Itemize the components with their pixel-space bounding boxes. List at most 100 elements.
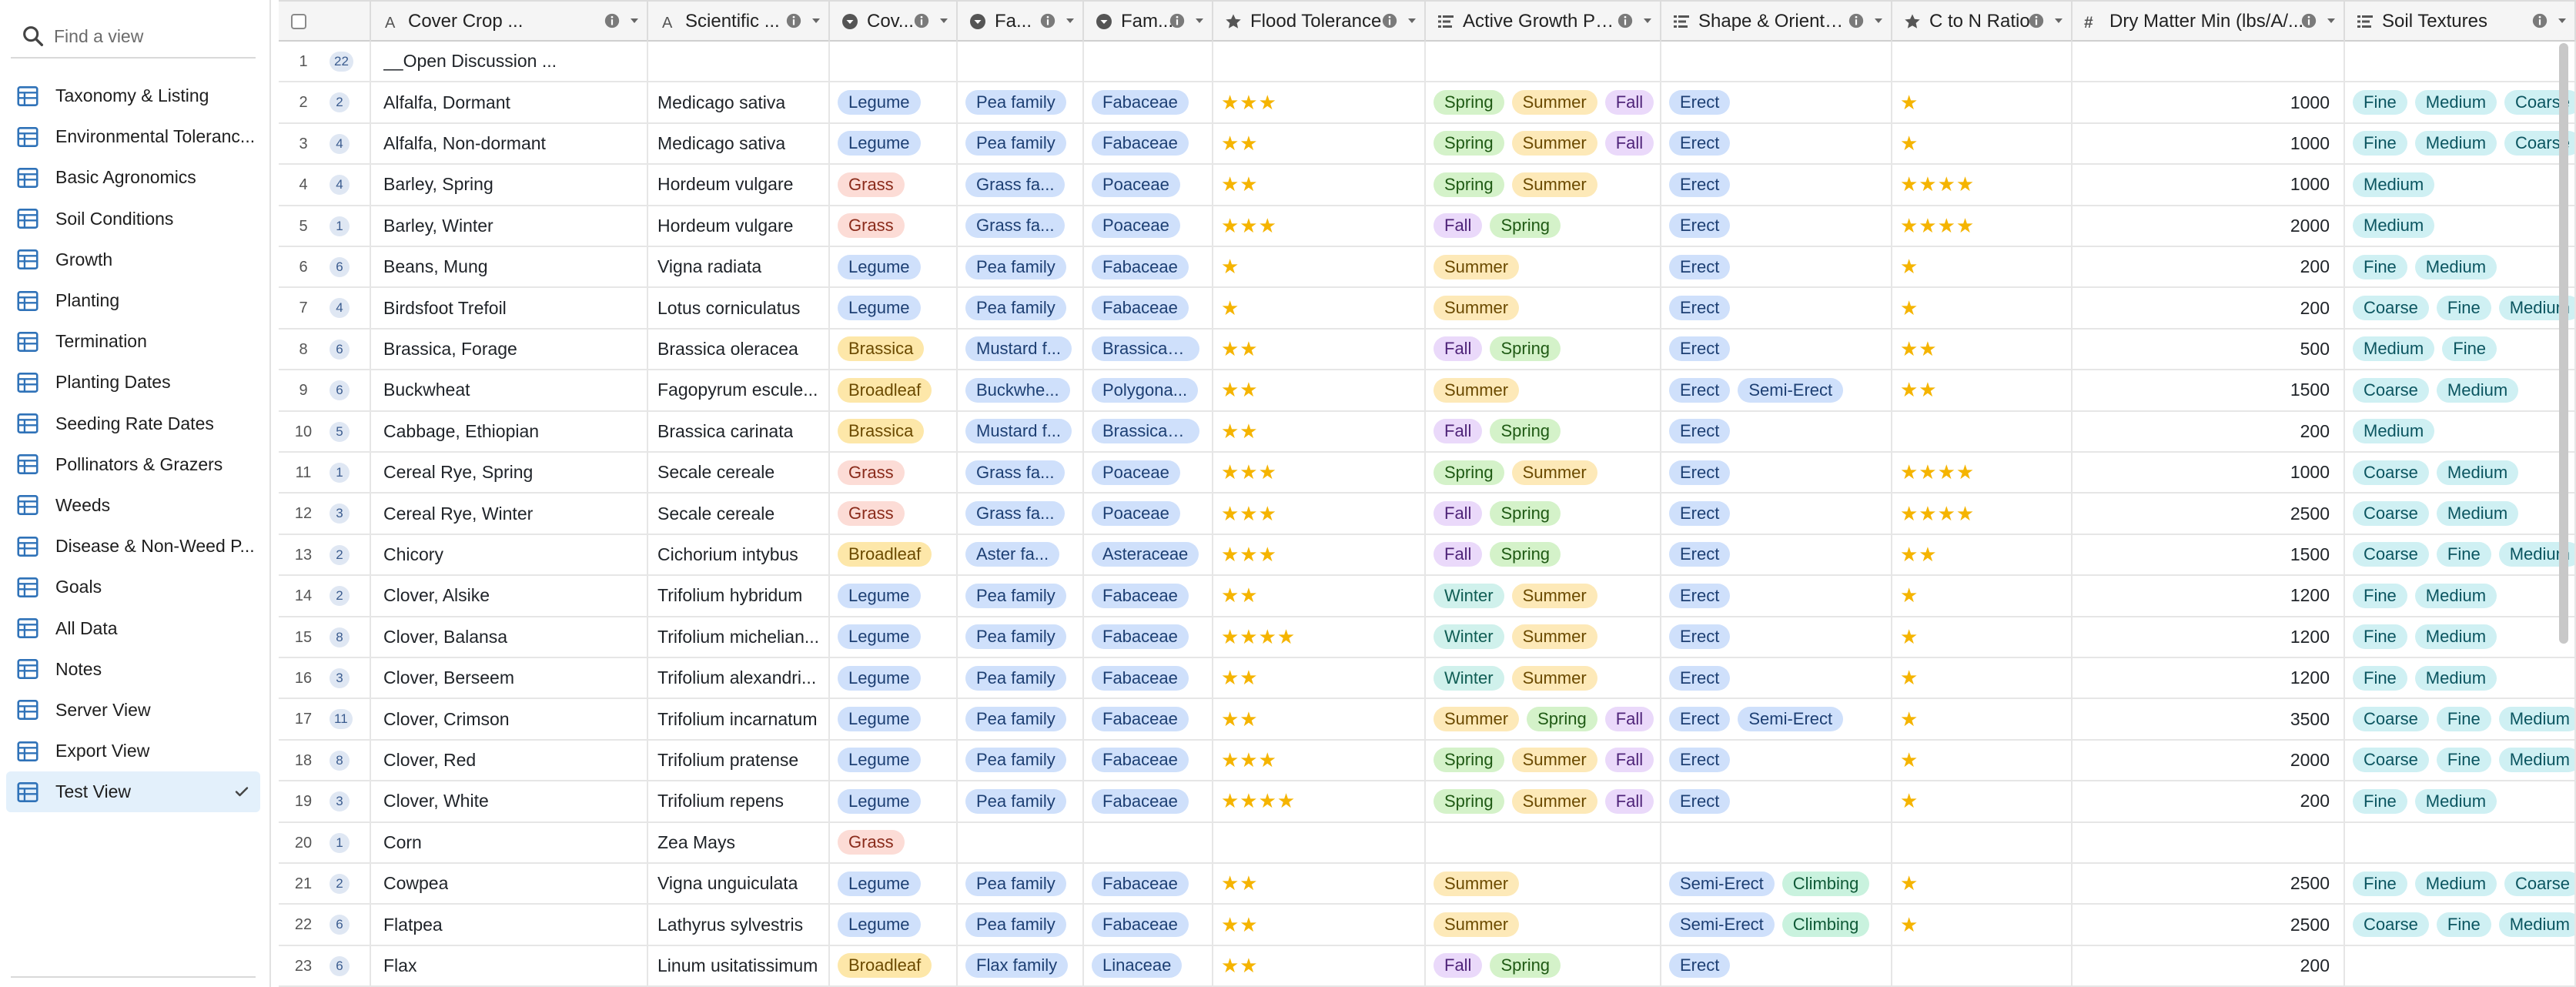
cell-shape[interactable]: Erect: [1661, 288, 1892, 328]
table-row[interactable]: 12 3 Cereal Rye, Winter Secale cereale Grass…: [279, 494, 2576, 535]
cell-family[interactable]: Pea family: [958, 82, 1084, 122]
cell-family[interactable]: [958, 822, 1084, 862]
cell-fam2[interactable]: Fabaceae: [1084, 576, 1213, 616]
cell-cn[interactable]: ★: [1892, 740, 2073, 781]
cell-sci[interactable]: Medicago sativa: [648, 123, 830, 164]
cell-growth[interactable]: Summer: [1426, 864, 1661, 904]
cell-shape[interactable]: Erect: [1661, 781, 1892, 821]
cell-cn[interactable]: ★★★★: [1892, 206, 2073, 246]
cell-family[interactable]: Pea family: [958, 781, 1084, 821]
linked-record-count-badge[interactable]: 2: [330, 586, 350, 607]
cell-fam2[interactable]: Poaceae: [1084, 453, 1213, 493]
cell-fam2[interactable]: Asteraceae: [1084, 534, 1213, 575]
cell-flood[interactable]: [1213, 42, 1426, 82]
cell-sci[interactable]: Linum usitatissimum: [648, 945, 830, 986]
cell-group[interactable]: Legume: [830, 699, 958, 739]
sidebar-view-item[interactable]: Taxonomy & Listing: [6, 75, 260, 116]
cell-name[interactable]: Cereal Rye, Winter: [371, 494, 648, 534]
cell-dm[interactable]: 500: [2073, 329, 2345, 370]
cell-group[interactable]: Grass: [830, 822, 958, 862]
cell-growth[interactable]: Spring Summer: [1426, 165, 1661, 205]
cell-growth[interactable]: Spring Summer Fall: [1426, 123, 1661, 164]
cell-cn[interactable]: ★: [1892, 247, 2073, 287]
cell-growth[interactable]: Summer: [1426, 247, 1661, 287]
cell-cn[interactable]: ★: [1892, 617, 2073, 657]
table-row[interactable]: 9 6 Buckwheat Fagopyrum escule... Broadleaf B…: [279, 370, 2576, 412]
cell-flood[interactable]: ★★: [1213, 699, 1426, 739]
table-row[interactable]: 22 6 Flatpea Lathyrus sylvestris Legume Pea f…: [279, 905, 2576, 946]
cell-name[interactable]: Flax: [371, 945, 648, 986]
column-header-growth[interactable]: Active Growth Period: [1426, 2, 1661, 42]
cell-flood[interactable]: ★★★★: [1213, 617, 1426, 657]
cell-growth[interactable]: Spring Summer Fall: [1426, 740, 1661, 781]
cell-sci[interactable]: Hordeum vulgare: [648, 165, 830, 205]
linked-record-count-badge[interactable]: 6: [330, 380, 350, 401]
cell-flood[interactable]: ★★: [1213, 576, 1426, 616]
cell-group[interactable]: Legume: [830, 740, 958, 781]
cell-family[interactable]: Aster fa...: [958, 534, 1084, 575]
cell-name[interactable]: Beans, Mung: [371, 247, 648, 287]
cell-flood[interactable]: ★★: [1213, 411, 1426, 451]
cell-cn[interactable]: ★★: [1892, 534, 2073, 575]
sidebar-view-item[interactable]: Planting: [6, 280, 260, 321]
cell-fam2[interactable]: Linaceae: [1084, 945, 1213, 986]
cell-soil[interactable]: Medium: [2345, 411, 2576, 451]
sidebar-view-item[interactable]: Environmental Toleranc...: [6, 116, 260, 157]
cell-fam2[interactable]: Fabaceae: [1084, 658, 1213, 698]
cell-growth[interactable]: Fall Spring: [1426, 945, 1661, 986]
cell-name[interactable]: Buckwheat: [371, 370, 648, 410]
cell-cn[interactable]: [1892, 945, 2073, 986]
cell-name[interactable]: Corn: [371, 822, 648, 862]
linked-record-count-badge[interactable]: 3: [330, 791, 350, 812]
cell-cn[interactable]: ★★★★: [1892, 494, 2073, 534]
cell-shape[interactable]: Erect: [1661, 247, 1892, 287]
sidebar-view-item[interactable]: Notes: [6, 649, 260, 690]
cell-name[interactable]: Cabbage, Ethiopian: [371, 411, 648, 451]
table-row[interactable]: 20 1 Corn Zea Mays Grass: [279, 822, 2576, 864]
column-header-flood[interactable]: Flood Tolerance: [1213, 2, 1426, 42]
cell-growth[interactable]: Fall Spring: [1426, 411, 1661, 451]
cell-name[interactable]: Alfalfa, Dormant: [371, 82, 648, 122]
cell-name[interactable]: Alfalfa, Non-dormant: [371, 123, 648, 164]
linked-record-count-badge[interactable]: 8: [330, 750, 350, 771]
table-row[interactable]: 11 1 Cereal Rye, Spring Secale cereale Grass…: [279, 453, 2576, 494]
cell-growth[interactable]: [1426, 822, 1661, 862]
cell-sci[interactable]: Trifolium incarnatum: [648, 699, 830, 739]
cell-name[interactable]: Clover, White: [371, 781, 648, 821]
cell-shape[interactable]: Erect: [1661, 534, 1892, 575]
cell-group[interactable]: Legume: [830, 905, 958, 945]
cell-shape[interactable]: Erect: [1661, 494, 1892, 534]
cell-group[interactable]: Brassica: [830, 329, 958, 370]
cell-fam2[interactable]: Fabaceae: [1084, 740, 1213, 781]
cell-growth[interactable]: [1426, 42, 1661, 82]
cell-soil[interactable]: [2345, 42, 2576, 82]
cell-dm[interactable]: 2500: [2073, 905, 2345, 945]
cell-cn[interactable]: [1892, 42, 2073, 82]
cell-flood[interactable]: ★★: [1213, 864, 1426, 904]
cell-shape[interactable]: Erect: [1661, 658, 1892, 698]
cell-name[interactable]: Cereal Rye, Spring: [371, 453, 648, 493]
cell-family[interactable]: Pea family: [958, 576, 1084, 616]
sidebar-view-item[interactable]: Soil Conditions: [6, 199, 260, 239]
cell-cn[interactable]: ★★★★: [1892, 165, 2073, 205]
cell-dm[interactable]: 2500: [2073, 864, 2345, 904]
cell-dm[interactable]: 1000: [2073, 165, 2345, 205]
table-row[interactable]: 18 8 Clover, Red Trifolium pratense Legume Pe…: [279, 740, 2576, 782]
table-row[interactable]: 1 22 __Open Discussion ...: [279, 42, 2576, 83]
cell-sci[interactable]: Trifolium hybridum: [648, 576, 830, 616]
cell-fam2[interactable]: Polygona...: [1084, 370, 1213, 410]
select-all-checkbox[interactable]: [291, 14, 306, 29]
cell-flood[interactable]: ★★★★: [1213, 781, 1426, 821]
cell-flood[interactable]: ★★: [1213, 905, 1426, 945]
cell-sci[interactable]: Trifolium pratense: [648, 740, 830, 781]
cell-flood[interactable]: ★★: [1213, 123, 1426, 164]
cell-cn[interactable]: [1892, 822, 2073, 862]
cell-group[interactable]: Broadleaf: [830, 945, 958, 986]
cell-flood[interactable]: ★★★: [1213, 740, 1426, 781]
cell-growth[interactable]: Summer Spring Fall: [1426, 699, 1661, 739]
cell-sci[interactable]: Trifolium repens: [648, 781, 830, 821]
cell-group[interactable]: Grass: [830, 453, 958, 493]
linked-record-count-badge[interactable]: 6: [330, 955, 350, 976]
cell-family[interactable]: Pea family: [958, 699, 1084, 739]
cell-flood[interactable]: ★★★: [1213, 494, 1426, 534]
